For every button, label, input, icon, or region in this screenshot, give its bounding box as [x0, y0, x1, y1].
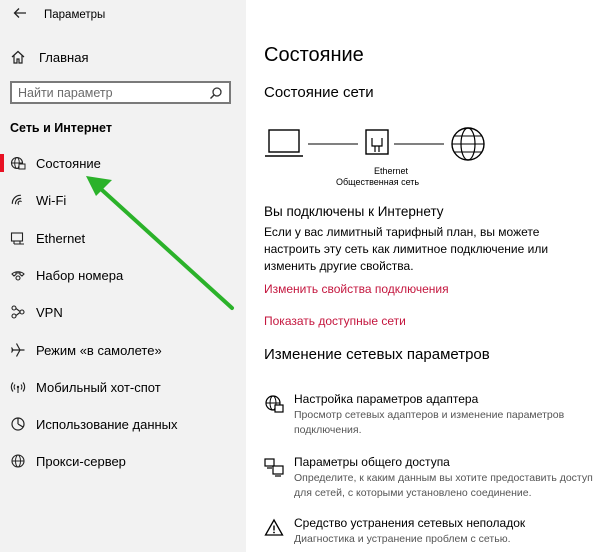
back-arrow-icon [13, 8, 26, 18]
home-label: Главная [39, 49, 89, 65]
sidebar-item-ethernet[interactable]: Ethernet [0, 223, 246, 253]
sidebar-item-airplane[interactable]: Режим «в самолете» [0, 335, 246, 365]
sidebar: Параметры Главная Найти параметр Сеть и … [0, 0, 246, 552]
adapter-name: Ethernet [374, 166, 409, 176]
sidebar-item-label: Состояние [36, 155, 101, 171]
sidebar-item-proxy[interactable]: Прокси-сервер [0, 446, 246, 476]
change-connection-properties-link[interactable]: Изменить свойства подключения [264, 282, 449, 296]
sidebar-item-label: Режим «в самолете» [36, 342, 162, 358]
vpn-icon [10, 304, 26, 320]
sidebar-item-label: VPN [36, 304, 63, 320]
page-title: Состояние [264, 44, 364, 66]
sidebar-item-label: Ethernet [36, 230, 86, 246]
sidebar-item-label: Wi-Fi [36, 192, 67, 208]
adapter-icon [265, 395, 284, 413]
sidebar-item-label: Использование данных [36, 416, 178, 432]
option-title: Настройка параметров адаптера [294, 392, 479, 406]
wifi-icon [10, 192, 26, 208]
option-title: Параметры общего доступа [294, 455, 450, 469]
sidebar-item-label: Мобильный хот-спот [36, 379, 161, 395]
data-usage-icon [10, 416, 26, 432]
sidebar-item-status[interactable]: Состояние [0, 148, 246, 178]
sidebar-item-vpn[interactable]: VPN [0, 297, 246, 327]
hotspot-icon [10, 379, 26, 395]
title-bar: Параметры [0, 0, 246, 30]
warning-triangle-icon [264, 518, 284, 536]
sidebar-item-label: Прокси-сервер [36, 453, 126, 469]
network-status-title: Состояние сети [264, 84, 374, 101]
option-description: Определите, к каким данным вы хотите пре… [294, 472, 593, 499]
search-placeholder: Найти параметр [18, 86, 113, 100]
option-description: Диагностика и устранение проблем с сетью… [294, 533, 511, 545]
option-description: Просмотр сетевых адаптеров и изменение п… [294, 409, 565, 436]
ethernet-port-icon [365, 129, 389, 155]
back-button[interactable] [10, 5, 30, 25]
search-input[interactable]: Найти параметр [10, 81, 231, 104]
main-content: Состояние Состояние сети Ethernet Общест… [246, 0, 600, 552]
dialup-icon [10, 267, 26, 283]
computer-icon [265, 129, 303, 157]
airplane-icon [10, 342, 26, 358]
section-title: Сеть и Интернет [10, 121, 112, 135]
metered-description: Если у вас лимитный тарифный план, вы мо… [264, 225, 549, 273]
sidebar-item-wifi[interactable]: Wi-Fi [0, 185, 246, 215]
home-nav-item[interactable]: Главная [10, 46, 88, 68]
sidebar-item-hotspot[interactable]: Мобильный хот-спот [0, 372, 246, 402]
globe-status-icon [10, 155, 26, 171]
change-network-settings-title: Изменение сетевых параметров [264, 346, 490, 363]
internet-globe-icon [451, 127, 485, 161]
home-icon [11, 50, 25, 64]
proxy-globe-icon [10, 453, 26, 469]
sidebar-item-label: Набор номера [36, 267, 124, 283]
search-icon[interactable] [209, 86, 223, 100]
active-indicator [0, 154, 4, 172]
show-available-networks-link[interactable]: Показать доступные сети [264, 314, 406, 328]
network-diagram: Ethernet Общественная сеть [264, 124, 494, 194]
ethernet-icon [10, 230, 26, 246]
connection-status-text: Вы подключены к Интернету [264, 204, 444, 219]
sidebar-item-dialup[interactable]: Набор номера [0, 260, 246, 290]
network-profile-name: Общественная сеть [336, 177, 420, 187]
window-title: Параметры [44, 9, 106, 21]
option-title: Средство устранения сетевых неполадок [294, 516, 526, 530]
sharing-icon [264, 458, 284, 477]
sidebar-item-data-usage[interactable]: Использование данных [0, 409, 246, 439]
